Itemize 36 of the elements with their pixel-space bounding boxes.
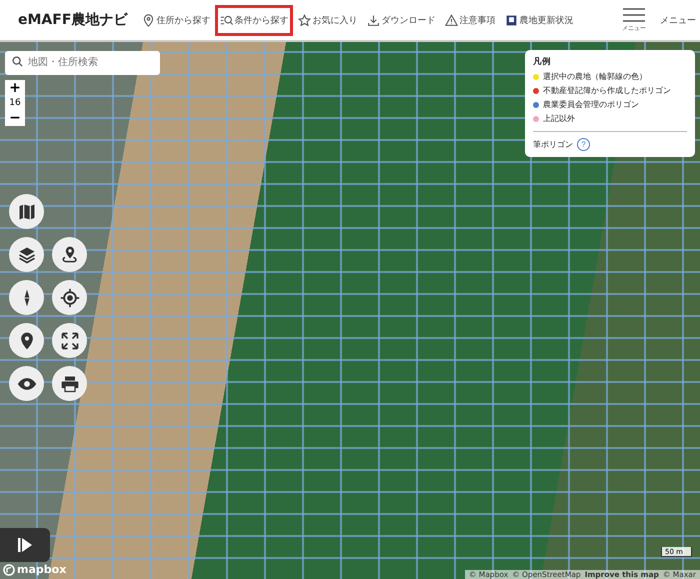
search-icon xyxy=(220,14,234,26)
legend-label: 選択中の農地（輪郭線の色） xyxy=(543,71,647,82)
play-button[interactable] xyxy=(0,528,50,562)
legend-footer: 筆ポリゴン xyxy=(533,139,573,150)
nav-link[interactable]: ダウンロード xyxy=(362,4,440,36)
star-icon xyxy=(298,14,312,26)
map-icon[interactable] xyxy=(9,194,44,229)
help-button[interactable]: ? xyxy=(577,138,590,151)
legend-title: 凡例 xyxy=(533,56,552,68)
map-search-field[interactable]: 地図・住所検索 xyxy=(5,50,160,74)
menu-link[interactable]: メニュー xyxy=(660,14,696,26)
compass-icon[interactable] xyxy=(9,280,44,315)
legend-label: 農業委員会管理のポリゴン xyxy=(543,99,639,110)
printer-icon[interactable] xyxy=(52,366,87,401)
legend-label: 上記以外 xyxy=(543,113,575,124)
eye-icon[interactable] xyxy=(9,366,44,401)
search-icon xyxy=(12,56,23,67)
zoom-level: 16 xyxy=(9,97,21,110)
pin-icon[interactable] xyxy=(9,323,44,358)
legend-label: 不動産登記簿から作成したポリゴン xyxy=(543,85,671,96)
menu-icon xyxy=(623,8,645,22)
nav-link[interactable]: 住所から探す xyxy=(137,4,216,36)
download-icon xyxy=(367,14,380,26)
expand-icon[interactable] xyxy=(52,323,87,358)
nav-link[interactable]: 農地更新状況 xyxy=(500,4,578,36)
warning-icon xyxy=(445,14,458,26)
play-icon xyxy=(18,538,32,552)
mapbox-logo[interactable]: mapbox xyxy=(3,563,66,576)
mapbox-mark-icon xyxy=(3,564,15,576)
nav-link[interactable]: 注意事項 xyxy=(440,4,500,36)
layers-icon[interactable] xyxy=(9,237,44,272)
nav-link[interactable]: 条件から探す xyxy=(215,4,294,36)
app-logo[interactable]: eMAFF農地ナビ xyxy=(18,11,128,29)
pin-icon xyxy=(142,14,156,26)
crosshair-icon[interactable] xyxy=(52,280,87,315)
nav-link[interactable]: お気に入り xyxy=(293,4,362,36)
